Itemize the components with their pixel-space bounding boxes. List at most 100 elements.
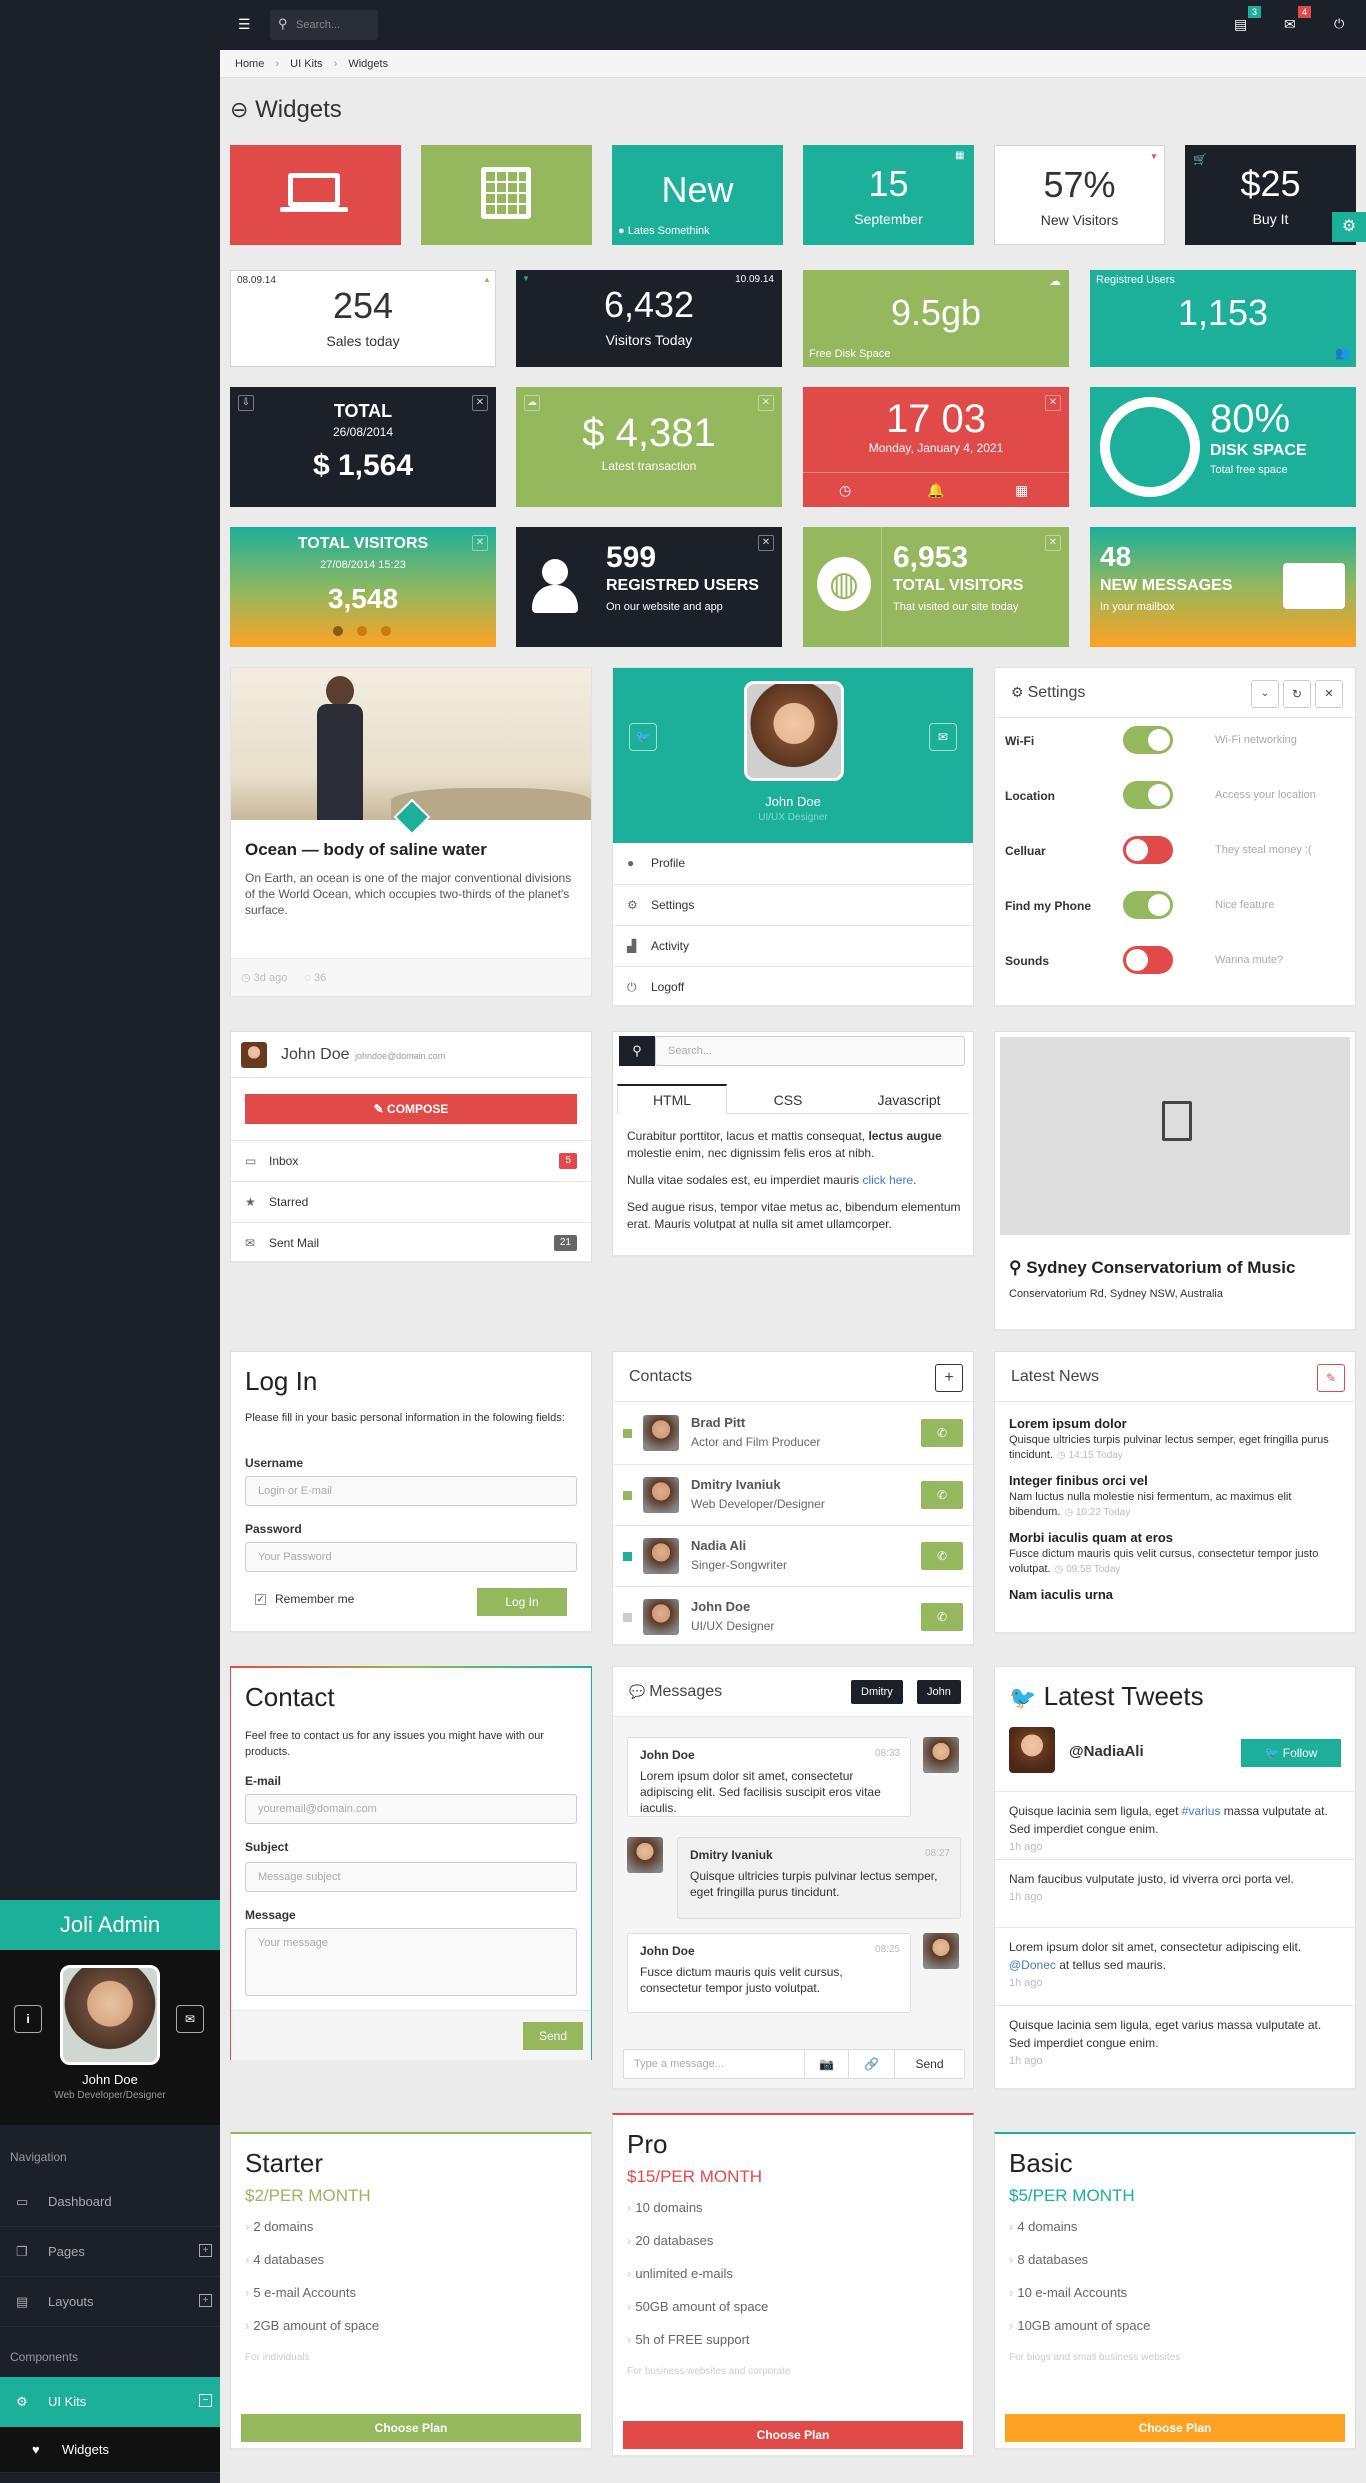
news-item[interactable]: Morbi iaculis quam at eros Fusce dictum m… bbox=[1009, 1530, 1345, 1577]
send-button[interactable]: Send bbox=[523, 2022, 583, 2050]
nav-layouts[interactable]: ▤ Layouts + bbox=[0, 2277, 220, 2327]
cloud-icon[interactable]: ☁ bbox=[524, 395, 540, 411]
filter-dmitry[interactable]: Dmitry bbox=[851, 1680, 903, 1704]
tabs-search-input[interactable]: Search... bbox=[655, 1036, 965, 1066]
close-icon[interactable]: ✕ bbox=[758, 535, 774, 551]
total-tile[interactable]: ⇩ ✕ TOTAL 26/08/2014 $ 1,564 bbox=[230, 387, 496, 507]
follow-button[interactable]: 🐦 Follow bbox=[1241, 1739, 1341, 1767]
phone-icon[interactable]: ✆ bbox=[921, 1481, 963, 1509]
tweet-link[interactable]: @Donec bbox=[1009, 1958, 1056, 1972]
click-here-link[interactable]: click here bbox=[862, 1173, 913, 1187]
nav-dashboard[interactable]: ▭ Dashboard bbox=[0, 2177, 220, 2227]
news-item-title[interactable]: Morbi iaculis quam at eros bbox=[1009, 1530, 1345, 1545]
sales-tile[interactable]: 08.09.14 ▲ 254 Sales today bbox=[230, 270, 496, 367]
tasks-icon[interactable]: ▤ bbox=[1234, 16, 1247, 33]
theme-settings-icon[interactable]: ⚙ bbox=[1332, 212, 1366, 242]
setting-toggle[interactable] bbox=[1123, 781, 1173, 809]
registered-users-tile[interactable]: Registred Users 1,153 👥 bbox=[1090, 270, 1356, 367]
nav-widgets[interactable]: ♥ Widgets bbox=[0, 2427, 220, 2473]
calendar-tile[interactable] bbox=[421, 145, 592, 245]
menu-toggle-icon[interactable]: ☰ bbox=[238, 16, 251, 33]
info-icon[interactable]: i bbox=[14, 2005, 42, 2033]
tweet-item[interactable]: Lorem ipsum dolor sit amet, consectetur … bbox=[995, 1927, 1355, 2005]
nav-pages[interactable]: ❐ Pages + bbox=[0, 2227, 220, 2277]
article-title[interactable]: Ocean — body of saline water bbox=[245, 840, 487, 860]
messages-icon[interactable]: ✉ bbox=[1284, 16, 1296, 33]
camera-icon[interactable]: 📷 bbox=[804, 2050, 848, 2078]
profile-avatar[interactable] bbox=[60, 1965, 160, 2065]
subject-input[interactable]: Message subject bbox=[245, 1862, 577, 1892]
inbox-item[interactable]: ▭ Inbox 5 bbox=[231, 1140, 591, 1181]
menu-settings[interactable]: ⚙ Settings bbox=[613, 884, 973, 925]
visitors-today-tile[interactable]: ▼ 10.09.14 6,432 Visitors Today bbox=[516, 270, 782, 367]
map-placeholder[interactable] bbox=[1000, 1037, 1350, 1235]
contact-row[interactable]: John Doe UI/UX Designer ✆ bbox=[613, 1586, 973, 1647]
tweet-item[interactable]: Nam faucibus vulputate justo, id viverra… bbox=[995, 1859, 1355, 1927]
search-button[interactable]: ⚲ bbox=[619, 1036, 655, 1066]
nav-uikits[interactable]: ⚙ UI Kits − bbox=[0, 2377, 220, 2427]
mail-icon[interactable]: ✉ bbox=[176, 2005, 204, 2033]
close-button[interactable]: ✕ bbox=[1315, 680, 1343, 708]
close-icon[interactable]: ✕ bbox=[1045, 535, 1061, 551]
search-box[interactable]: ⚲ Search... bbox=[270, 10, 378, 40]
close-icon[interactable]: ✕ bbox=[758, 395, 774, 411]
starred-item[interactable]: ★ Starred bbox=[231, 1181, 591, 1222]
tweet-item[interactable]: Quisque lacinia sem ligula, eget varius … bbox=[995, 2005, 1355, 2075]
choose-plan-button[interactable]: Choose Plan bbox=[1005, 2414, 1345, 2442]
menu-profile[interactable]: ● Profile bbox=[613, 843, 973, 884]
profile-card-avatar[interactable] bbox=[744, 681, 844, 781]
tweet-avatar[interactable] bbox=[1009, 1727, 1055, 1773]
tab-css[interactable]: CSS bbox=[733, 1086, 843, 1114]
setting-toggle[interactable] bbox=[1123, 891, 1173, 919]
logout-icon[interactable]: ⏻ bbox=[1334, 16, 1344, 32]
contact-row[interactable]: Dmitry Ivaniuk Web Developer/Designer ✆ bbox=[613, 1464, 973, 1525]
link-icon[interactable]: 🔗 bbox=[848, 2050, 894, 2078]
bell-icon[interactable]: 🔔 bbox=[927, 482, 944, 499]
phone-icon[interactable]: ✆ bbox=[921, 1603, 963, 1631]
visitors-tile[interactable]: ▼ 57% New Visitors bbox=[994, 145, 1165, 245]
disk-space-tile[interactable]: 80% DISK SPACE Total free space bbox=[1090, 387, 1356, 507]
date-tile[interactable]: ▦ 15 September bbox=[803, 145, 974, 245]
total-visitors-tile[interactable]: ✕ TOTAL VISITORS 27/08/2014 15:23 3,548 bbox=[230, 527, 496, 647]
tweet-user[interactable]: @NadiaAli bbox=[1069, 1743, 1144, 1760]
twitter-icon[interactable]: 🐦 bbox=[629, 723, 657, 751]
menu-activity[interactable]: ▟ Activity bbox=[613, 925, 973, 966]
message-textarea[interactable]: Your message bbox=[245, 1928, 577, 1996]
menu-logoff[interactable]: ⏻ Logoff bbox=[613, 966, 973, 1007]
tweet-item[interactable]: Quisque lacinia sem ligula, eget #varius… bbox=[995, 1791, 1355, 1859]
news-item[interactable]: Integer finibus orci vel Nam luctus nulla… bbox=[1009, 1473, 1345, 1520]
brand-logo[interactable]: Joli Admin bbox=[0, 1900, 220, 1950]
message-send-button[interactable]: Send bbox=[894, 2050, 964, 2078]
refresh-button[interactable]: ↻ bbox=[1283, 680, 1311, 708]
add-contact-button[interactable]: + bbox=[935, 1364, 963, 1392]
tab-javascript[interactable]: Javascript bbox=[849, 1086, 969, 1114]
message-input[interactable]: Type a message... bbox=[634, 2058, 724, 2070]
choose-plan-button[interactable]: Choose Plan bbox=[241, 2414, 581, 2442]
breadcrumb-uikits[interactable]: UI Kits bbox=[290, 58, 322, 70]
phone-icon[interactable]: ✆ bbox=[921, 1419, 963, 1447]
laptop-tile[interactable] bbox=[230, 145, 401, 245]
news-item[interactable]: Lorem ipsum dolor Quisque ultricies turpi… bbox=[1009, 1416, 1345, 1463]
transaction-tile[interactable]: ☁ ✕ $ 4,381 Latest transaction bbox=[516, 387, 782, 507]
total-visitors-tile-2[interactable]: ✕ ◍ 6,953 TOTAL VISITORS That visited ou… bbox=[803, 527, 1069, 647]
news-item-title[interactable]: Lorem ipsum dolor bbox=[1009, 1416, 1345, 1431]
registered-users-tile-2[interactable]: ✕ 599 REGISTRED USERS On our website and… bbox=[516, 527, 782, 647]
carousel-dots[interactable] bbox=[333, 626, 393, 636]
tweet-link[interactable]: #varius bbox=[1182, 1804, 1221, 1818]
setting-toggle[interactable] bbox=[1123, 726, 1173, 754]
clock-icon[interactable]: ◷ bbox=[839, 482, 851, 499]
clock-tile[interactable]: ✕ 17 03 Monday, January 4, 2021 ◷ 🔔 ▦ bbox=[803, 387, 1069, 507]
remember-checkbox[interactable]: ✓ bbox=[255, 1594, 266, 1605]
edit-news-button[interactable]: ✎ bbox=[1317, 1364, 1345, 1392]
news-item[interactable]: Nam iaculis urna bbox=[1009, 1587, 1345, 1602]
sent-item[interactable]: ✉ Sent Mail 21 bbox=[231, 1222, 591, 1263]
setting-toggle[interactable] bbox=[1123, 836, 1173, 864]
email-input[interactable]: youremail@domain.com bbox=[245, 1794, 577, 1824]
news-item-title[interactable]: Integer finibus orci vel bbox=[1009, 1473, 1345, 1488]
choose-plan-button[interactable]: Choose Plan bbox=[623, 2421, 963, 2449]
buy-tile[interactable]: 🛒 $25 Buy It bbox=[1185, 145, 1356, 245]
contact-row[interactable]: Nadia Ali Singer-Songwriter ✆ bbox=[613, 1525, 973, 1586]
new-messages-tile[interactable]: 48 NEW MESSAGES In your mailbox bbox=[1090, 527, 1356, 647]
password-input[interactable]: Your Password bbox=[245, 1542, 577, 1572]
phone-icon[interactable]: ✆ bbox=[921, 1542, 963, 1570]
